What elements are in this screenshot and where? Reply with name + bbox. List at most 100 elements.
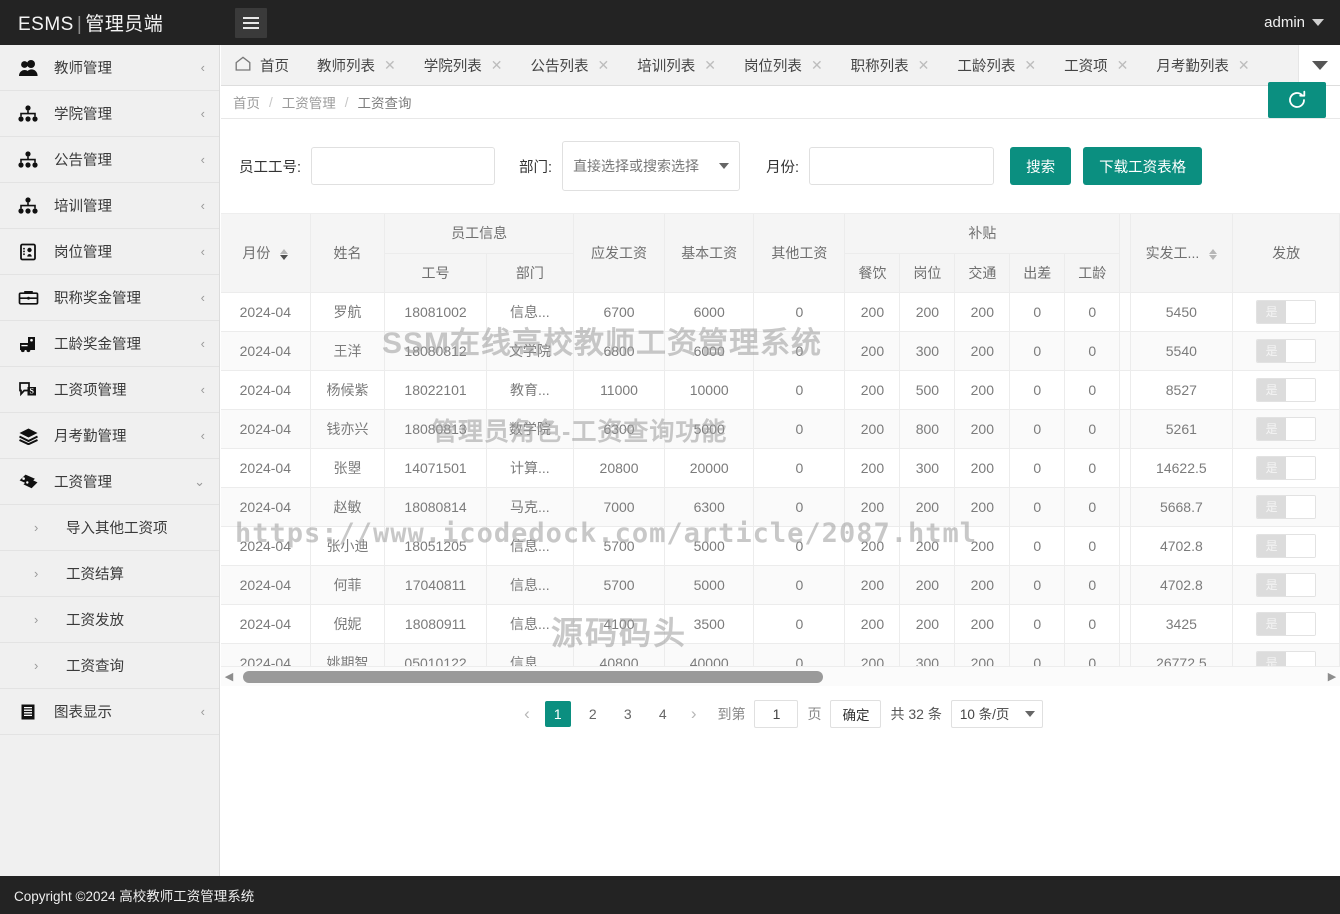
- download-salary-table-button[interactable]: 下载工资表格: [1083, 147, 1203, 185]
- page-button-1[interactable]: 1: [544, 701, 571, 727]
- scroll-right-arrow-icon[interactable]: ▶: [1324, 670, 1340, 683]
- close-icon[interactable]: ✕: [384, 58, 396, 72]
- table-row[interactable]: 2024-04 赵敏 18080814 马克... 7000 6300 0 200 200 200…: [221, 487, 1340, 527]
- sidebar-item-salary-items[interactable]: S 工资项管理 ‹: [0, 367, 219, 413]
- close-icon[interactable]: ✕: [491, 58, 503, 72]
- cell-other: 0: [753, 331, 846, 371]
- scroll-left-arrow-icon[interactable]: ◀: [221, 670, 237, 683]
- issue-toggle-knob: [1286, 456, 1316, 479]
- table-row[interactable]: 2024-04 钱亦兴 18080813 数学院 6300 5000 0 200 800 200 0…: [221, 409, 1340, 449]
- close-icon[interactable]: ✕: [704, 58, 716, 72]
- cell-issue[interactable]: 是: [1232, 331, 1340, 371]
- cell-seniority: 0: [1064, 487, 1121, 527]
- sidebar-item-attendance[interactable]: 月考勤管理 ‹: [0, 413, 219, 459]
- tab-salary-item[interactable]: 工资项 ✕: [1050, 45, 1142, 85]
- cell-issue[interactable]: 是: [1232, 409, 1340, 449]
- close-icon[interactable]: ✕: [1238, 58, 1250, 72]
- prev-page-button[interactable]: ‹: [518, 704, 536, 724]
- cell-issue[interactable]: 是: [1232, 487, 1340, 527]
- issue-toggle[interactable]: 是: [1256, 572, 1317, 597]
- tab-title-list[interactable]: 职称列表 ✕: [837, 45, 944, 85]
- close-icon[interactable]: ✕: [811, 58, 823, 72]
- sort-icon[interactable]: [1209, 248, 1218, 260]
- th-issue: 发放: [1232, 214, 1340, 293]
- tab-overflow-button[interactable]: [1298, 45, 1340, 85]
- employee-no-input[interactable]: [311, 147, 496, 185]
- page-button-2[interactable]: 2: [580, 701, 606, 727]
- goto-page-input[interactable]: [754, 700, 799, 728]
- sidebar-item-salary-settlement[interactable]: › 工资结算: [0, 551, 219, 597]
- sidebar-item-salary-management[interactable]: 工资管理 ⌄: [0, 459, 219, 505]
- table-row[interactable]: 2024-04 张小迪 18051205 信息... 5700 5000 0 200 200 20…: [221, 526, 1340, 566]
- table-row[interactable]: 2024-04 杨候紫 18022101 教育... 11000 10000 0 200 500…: [221, 370, 1340, 410]
- search-button[interactable]: 搜索: [1010, 147, 1072, 185]
- sidebar-item-import-other-salary[interactable]: › 导入其他工资项: [0, 505, 219, 551]
- table-row[interactable]: 2024-04 何菲 17040811 信息... 5700 5000 0 200 200 200…: [221, 565, 1340, 605]
- department-select[interactable]: 直接选择或搜索选择: [562, 141, 741, 191]
- close-icon[interactable]: ✕: [918, 58, 930, 72]
- refresh-button[interactable]: [1268, 82, 1326, 118]
- scrollbar-track[interactable]: [237, 667, 1324, 687]
- horizontal-scrollbar[interactable]: ◀ ▶: [221, 666, 1340, 686]
- sidebar-item-post[interactable]: 岗位管理 ‹: [0, 229, 219, 275]
- cell-other: 0: [753, 409, 846, 449]
- sidebar-item-label: 工资查询: [66, 659, 124, 675]
- issue-toggle[interactable]: 是: [1256, 416, 1317, 441]
- breadcrumb-item-salary-management[interactable]: 工资管理: [282, 92, 336, 112]
- tab-college-list[interactable]: 学院列表 ✕: [410, 45, 517, 85]
- issue-toggle[interactable]: 是: [1256, 533, 1317, 558]
- sidebar-item-salary-payment[interactable]: › 工资发放: [0, 597, 219, 643]
- close-icon[interactable]: ✕: [597, 58, 609, 72]
- month-input[interactable]: [809, 147, 995, 185]
- cell-issue[interactable]: 是: [1232, 370, 1340, 410]
- cell-issue[interactable]: 是: [1232, 565, 1340, 605]
- sidebar-item-training[interactable]: 培训管理 ‹: [0, 183, 219, 229]
- user-menu[interactable]: admin: [1264, 14, 1324, 31]
- sidebar-toggle-button[interactable]: [235, 7, 267, 38]
- breadcrumb-item-home[interactable]: 首页: [233, 92, 260, 112]
- issue-toggle[interactable]: 是: [1256, 377, 1317, 402]
- confirm-page-button[interactable]: 确定: [830, 700, 882, 728]
- table-row[interactable]: 2024-04 王洋 18080812 文学院 6800 6000 0 200 300 200 0 0…: [221, 331, 1340, 371]
- tab-notice-list[interactable]: 公告列表 ✕: [516, 45, 623, 85]
- issue-toggle[interactable]: 是: [1256, 338, 1317, 363]
- sidebar-item-salary-query[interactable]: › 工资查询: [0, 643, 219, 689]
- th-actual[interactable]: 实发工...: [1130, 214, 1234, 293]
- sidebar-item-seniority-bonus[interactable]: 工龄奖金管理 ‹: [0, 321, 219, 367]
- sidebar-item-charts[interactable]: 图表显示 ‹: [0, 689, 219, 735]
- sort-icon[interactable]: [280, 248, 289, 260]
- cell-month: 2024-04: [221, 292, 311, 332]
- table-row[interactable]: 2024-04 罗航 18081002 信息... 6700 6000 0 200 200 200…: [221, 292, 1340, 332]
- cell-issue[interactable]: 是: [1232, 526, 1340, 566]
- cell-department: 数学院: [486, 409, 574, 449]
- table-row[interactable]: 2024-04 倪妮 18080911 信息... 4100 3500 0 200 200 200…: [221, 604, 1340, 644]
- cell-post: 200: [899, 487, 956, 527]
- tab-home[interactable]: 首页: [221, 45, 303, 85]
- sidebar-item-title-bonus[interactable]: 职称奖金管理 ‹: [0, 275, 219, 321]
- th-month[interactable]: 月份: [221, 214, 311, 293]
- sidebar-item-notice[interactable]: 公告管理 ‹: [0, 137, 219, 183]
- page-size-select[interactable]: 10 条/页: [950, 700, 1043, 728]
- page-button-4[interactable]: 4: [650, 701, 676, 727]
- issue-toggle[interactable]: 是: [1256, 455, 1317, 480]
- page-button-3[interactable]: 3: [615, 701, 641, 727]
- scrollbar-thumb[interactable]: [243, 670, 823, 683]
- tab-post-list[interactable]: 岗位列表 ✕: [730, 45, 837, 85]
- cell-issue[interactable]: 是: [1232, 292, 1340, 332]
- tab-attendance-list[interactable]: 月考勤列表 ✕: [1142, 45, 1263, 85]
- issue-toggle[interactable]: 是: [1256, 611, 1317, 636]
- tab-training-list[interactable]: 培训列表 ✕: [623, 45, 730, 85]
- issue-toggle[interactable]: 是: [1256, 299, 1317, 324]
- tab-teacher-list[interactable]: 教师列表 ✕: [303, 45, 410, 85]
- next-page-button[interactable]: ›: [685, 704, 703, 724]
- cell-issue[interactable]: 是: [1232, 448, 1340, 488]
- close-icon[interactable]: ✕: [1117, 58, 1129, 72]
- sidebar-item-college[interactable]: 学院管理 ‹: [0, 91, 219, 137]
- sidebar-item-teacher[interactable]: 教师管理 ‹: [0, 45, 219, 91]
- issue-toggle[interactable]: 是: [1256, 494, 1317, 519]
- cell-month: 2024-04: [221, 604, 311, 644]
- cell-issue[interactable]: 是: [1232, 604, 1340, 644]
- tab-seniority-list[interactable]: 工龄列表 ✕: [943, 45, 1050, 85]
- table-row[interactable]: 2024-04 张曌 14071501 计算... 20800 20000 0 200 300 2…: [221, 448, 1340, 488]
- close-icon[interactable]: ✕: [1024, 58, 1036, 72]
